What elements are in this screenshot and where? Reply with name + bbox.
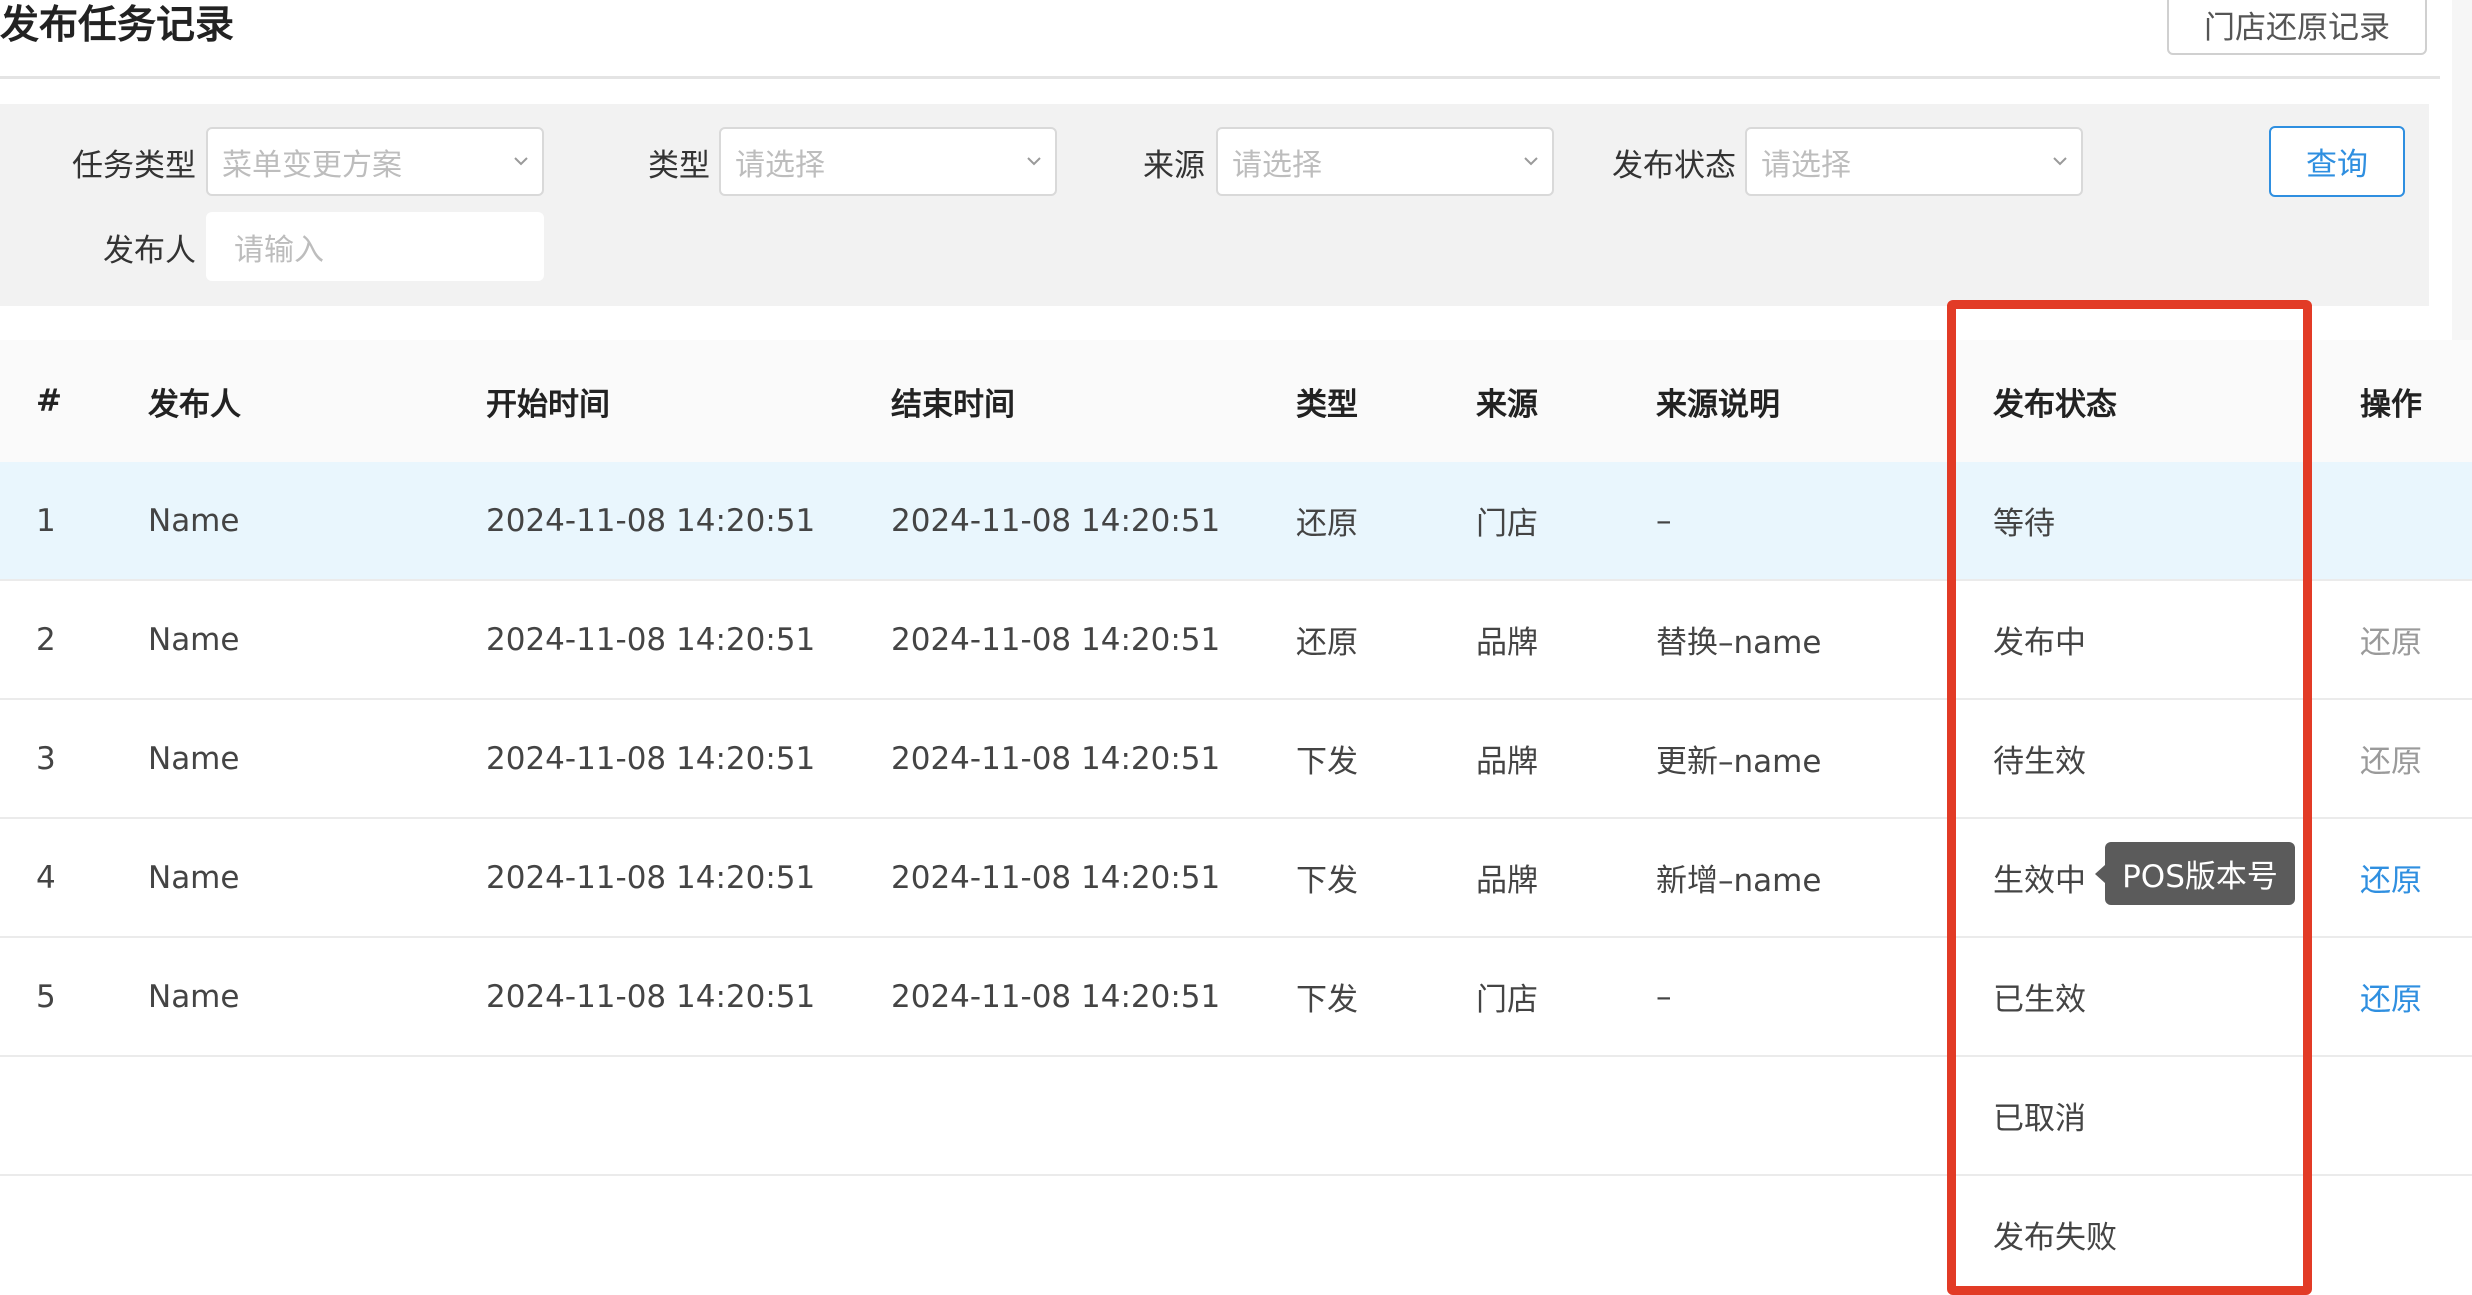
cell-end-time: 2024-11-08 14:20:51	[891, 740, 1221, 777]
col-end-time: 结束时间	[891, 386, 1015, 423]
cell-source: 品牌	[1476, 863, 1538, 899]
cell-source: 品牌	[1476, 625, 1538, 661]
chevron-down-icon	[514, 157, 528, 166]
cell-end-time: 2024-11-08 14:20:51	[891, 502, 1221, 539]
store-restore-log-button[interactable]: 门店还原记录	[2167, 0, 2427, 55]
cell-end-time: 2024-11-08 14:20:51	[891, 621, 1221, 658]
publisher-label: 发布人	[103, 233, 196, 269]
pos-version-tooltip: POS版本号	[2105, 842, 2295, 905]
task-type-placeholder: 菜单变更方案	[222, 147, 402, 183]
source-label: 来源	[1143, 148, 1205, 184]
cell-type: 还原	[1296, 506, 1358, 542]
table-row[interactable]: 已取消	[0, 1057, 2472, 1176]
cell-start-time: 2024-11-08 14:20:51	[486, 859, 816, 896]
col-status: 发布状态	[1993, 386, 2117, 423]
col-start-time: 开始时间	[486, 386, 610, 423]
scrollbar-track[interactable]	[2452, 0, 2472, 340]
cell-end-time: 2024-11-08 14:20:51	[891, 978, 1221, 1015]
cell-publisher: Name	[148, 740, 240, 777]
restore-action-disabled: 还原	[2360, 625, 2422, 661]
cell-status: 已生效	[1993, 982, 2086, 1018]
source-select[interactable]: 请选择	[1216, 127, 1554, 196]
cell-type: 下发	[1296, 982, 1358, 1018]
cell-start-time: 2024-11-08 14:20:51	[486, 740, 816, 777]
col-source: 来源	[1476, 386, 1538, 423]
status-placeholder: 请选择	[1761, 147, 1851, 183]
table-row[interactable]: 3 Name 2024-11-08 14:20:51 2024-11-08 14…	[0, 700, 2472, 819]
cell-status: 已取消	[1993, 1101, 2086, 1137]
cell-publisher: Name	[148, 859, 240, 896]
chevron-down-icon	[1524, 157, 1538, 166]
cell-status[interactable]: 生效中	[1993, 819, 2086, 936]
source-placeholder: 请选择	[1232, 147, 1322, 183]
page-title: 发布任务记录	[0, 3, 235, 48]
cell-start-time: 2024-11-08 14:20:51	[486, 502, 816, 539]
page-header: 发布任务记录 门店还原记录	[0, 0, 2440, 79]
cell-status: 发布中	[1993, 625, 2086, 661]
cell-source-note: –	[1656, 978, 1672, 1015]
cell-index: 3	[36, 740, 56, 777]
table-row[interactable]: 1 Name 2024-11-08 14:20:51 2024-11-08 14…	[0, 462, 2472, 581]
cell-start-time: 2024-11-08 14:20:51	[486, 978, 816, 1015]
chevron-down-icon	[1027, 157, 1041, 166]
tooltip-arrow	[2095, 865, 2105, 883]
query-button[interactable]: 查询	[2269, 126, 2405, 197]
table-row[interactable]: 2 Name 2024-11-08 14:20:51 2024-11-08 14…	[0, 581, 2472, 700]
cell-status: 等待	[1993, 506, 2055, 542]
cell-start-time: 2024-11-08 14:20:51	[486, 621, 816, 658]
table-row[interactable]: 5 Name 2024-11-08 14:20:51 2024-11-08 14…	[0, 938, 2472, 1057]
publisher-placeholder: 请输入	[234, 232, 324, 268]
table-header: # 发布人 开始时间 结束时间 类型 来源 来源说明 发布状态 操作	[0, 340, 2472, 464]
col-type: 类型	[1296, 386, 1358, 423]
task-type-select[interactable]: 菜单变更方案	[206, 127, 544, 196]
cell-source: 门店	[1476, 506, 1538, 542]
cell-index: 4	[36, 859, 56, 896]
type-select[interactable]: 请选择	[719, 127, 1057, 196]
cell-type: 还原	[1296, 625, 1358, 661]
cell-index: 1	[36, 502, 56, 539]
type-placeholder: 请选择	[735, 147, 825, 183]
cell-type: 下发	[1296, 744, 1358, 780]
status-label: 发布状态	[1612, 148, 1736, 184]
col-source-note: 来源说明	[1656, 386, 1780, 423]
restore-action-link[interactable]: 还原	[2360, 938, 2422, 1055]
cell-index: 5	[36, 978, 56, 1015]
col-action: 操作	[2360, 386, 2422, 423]
restore-action-disabled: 还原	[2360, 744, 2422, 780]
type-label: 类型	[648, 148, 710, 184]
table-row[interactable]: 发布失败	[0, 1176, 2472, 1295]
cell-publisher: Name	[148, 978, 240, 1015]
cell-publisher: Name	[148, 502, 240, 539]
cell-source: 门店	[1476, 982, 1538, 1018]
cell-source-note: –	[1656, 502, 1672, 539]
cell-type: 下发	[1296, 863, 1358, 899]
status-select[interactable]: 请选择	[1745, 127, 2083, 196]
col-index: #	[36, 383, 62, 419]
cell-status: 待生效	[1993, 744, 2086, 780]
cell-source: 品牌	[1476, 744, 1538, 780]
restore-action-link[interactable]: 还原	[2360, 819, 2422, 936]
chevron-down-icon	[2053, 157, 2067, 166]
cell-end-time: 2024-11-08 14:20:51	[891, 859, 1221, 896]
publisher-input[interactable]: 请输入	[206, 212, 544, 281]
task-type-label: 任务类型	[72, 148, 196, 184]
col-publisher: 发布人	[148, 386, 241, 423]
cell-status: 发布失败	[1993, 1220, 2117, 1256]
cell-source-note: 更新–name	[1656, 744, 1822, 780]
cell-source-note: 新增–name	[1656, 863, 1822, 899]
cell-index: 2	[36, 621, 56, 658]
cell-publisher: Name	[148, 621, 240, 658]
cell-source-note: 替换–name	[1656, 625, 1822, 661]
